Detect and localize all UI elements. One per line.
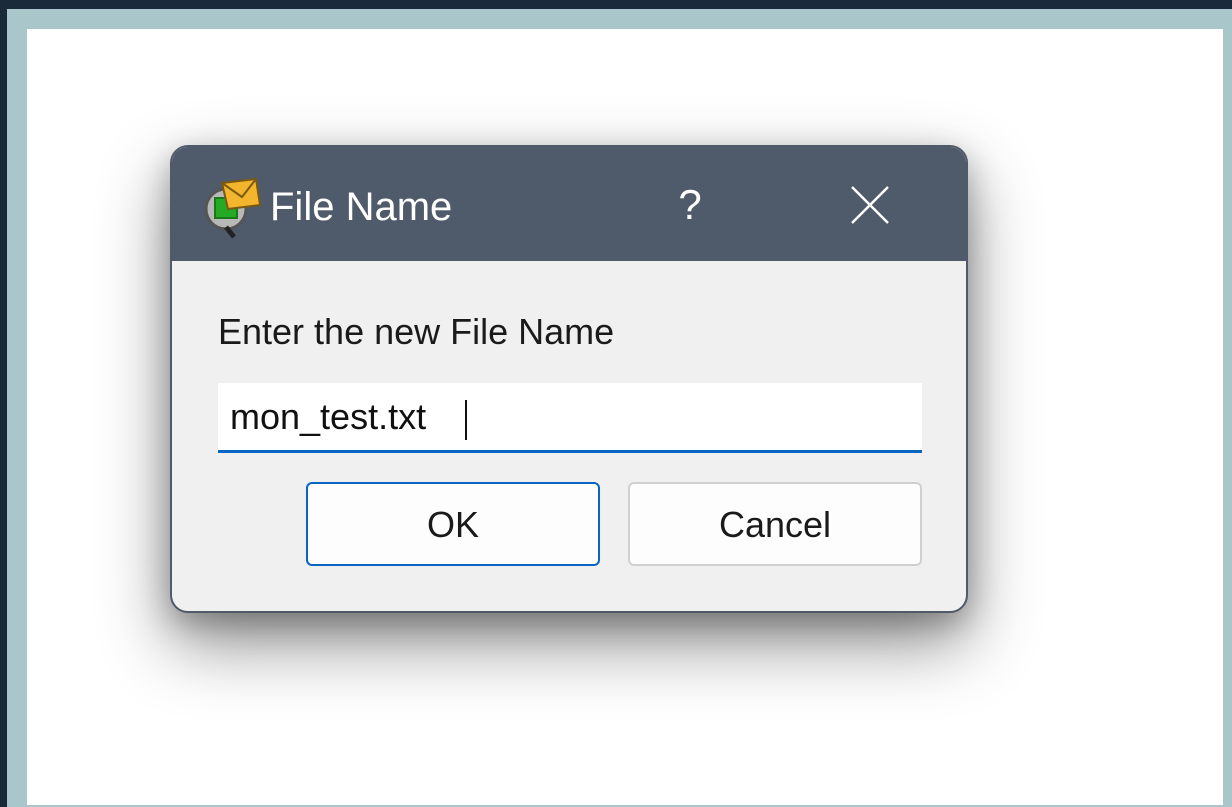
text-caret	[465, 400, 467, 440]
close-button[interactable]	[832, 173, 908, 237]
cancel-button[interactable]: Cancel	[628, 482, 922, 566]
magnifier-envelope-icon	[200, 175, 264, 239]
dialog-titlebar[interactable]: File Name ?	[172, 147, 966, 261]
dialog-title: File Name	[270, 185, 453, 229]
ok-button[interactable]: OK	[306, 482, 600, 566]
help-button[interactable]: ?	[660, 173, 720, 237]
file-name-dialog: File Name ? Enter the new File Name OK C…	[170, 145, 968, 613]
prompt-label: Enter the new File Name	[218, 311, 615, 352]
filename-input[interactable]	[218, 383, 922, 453]
